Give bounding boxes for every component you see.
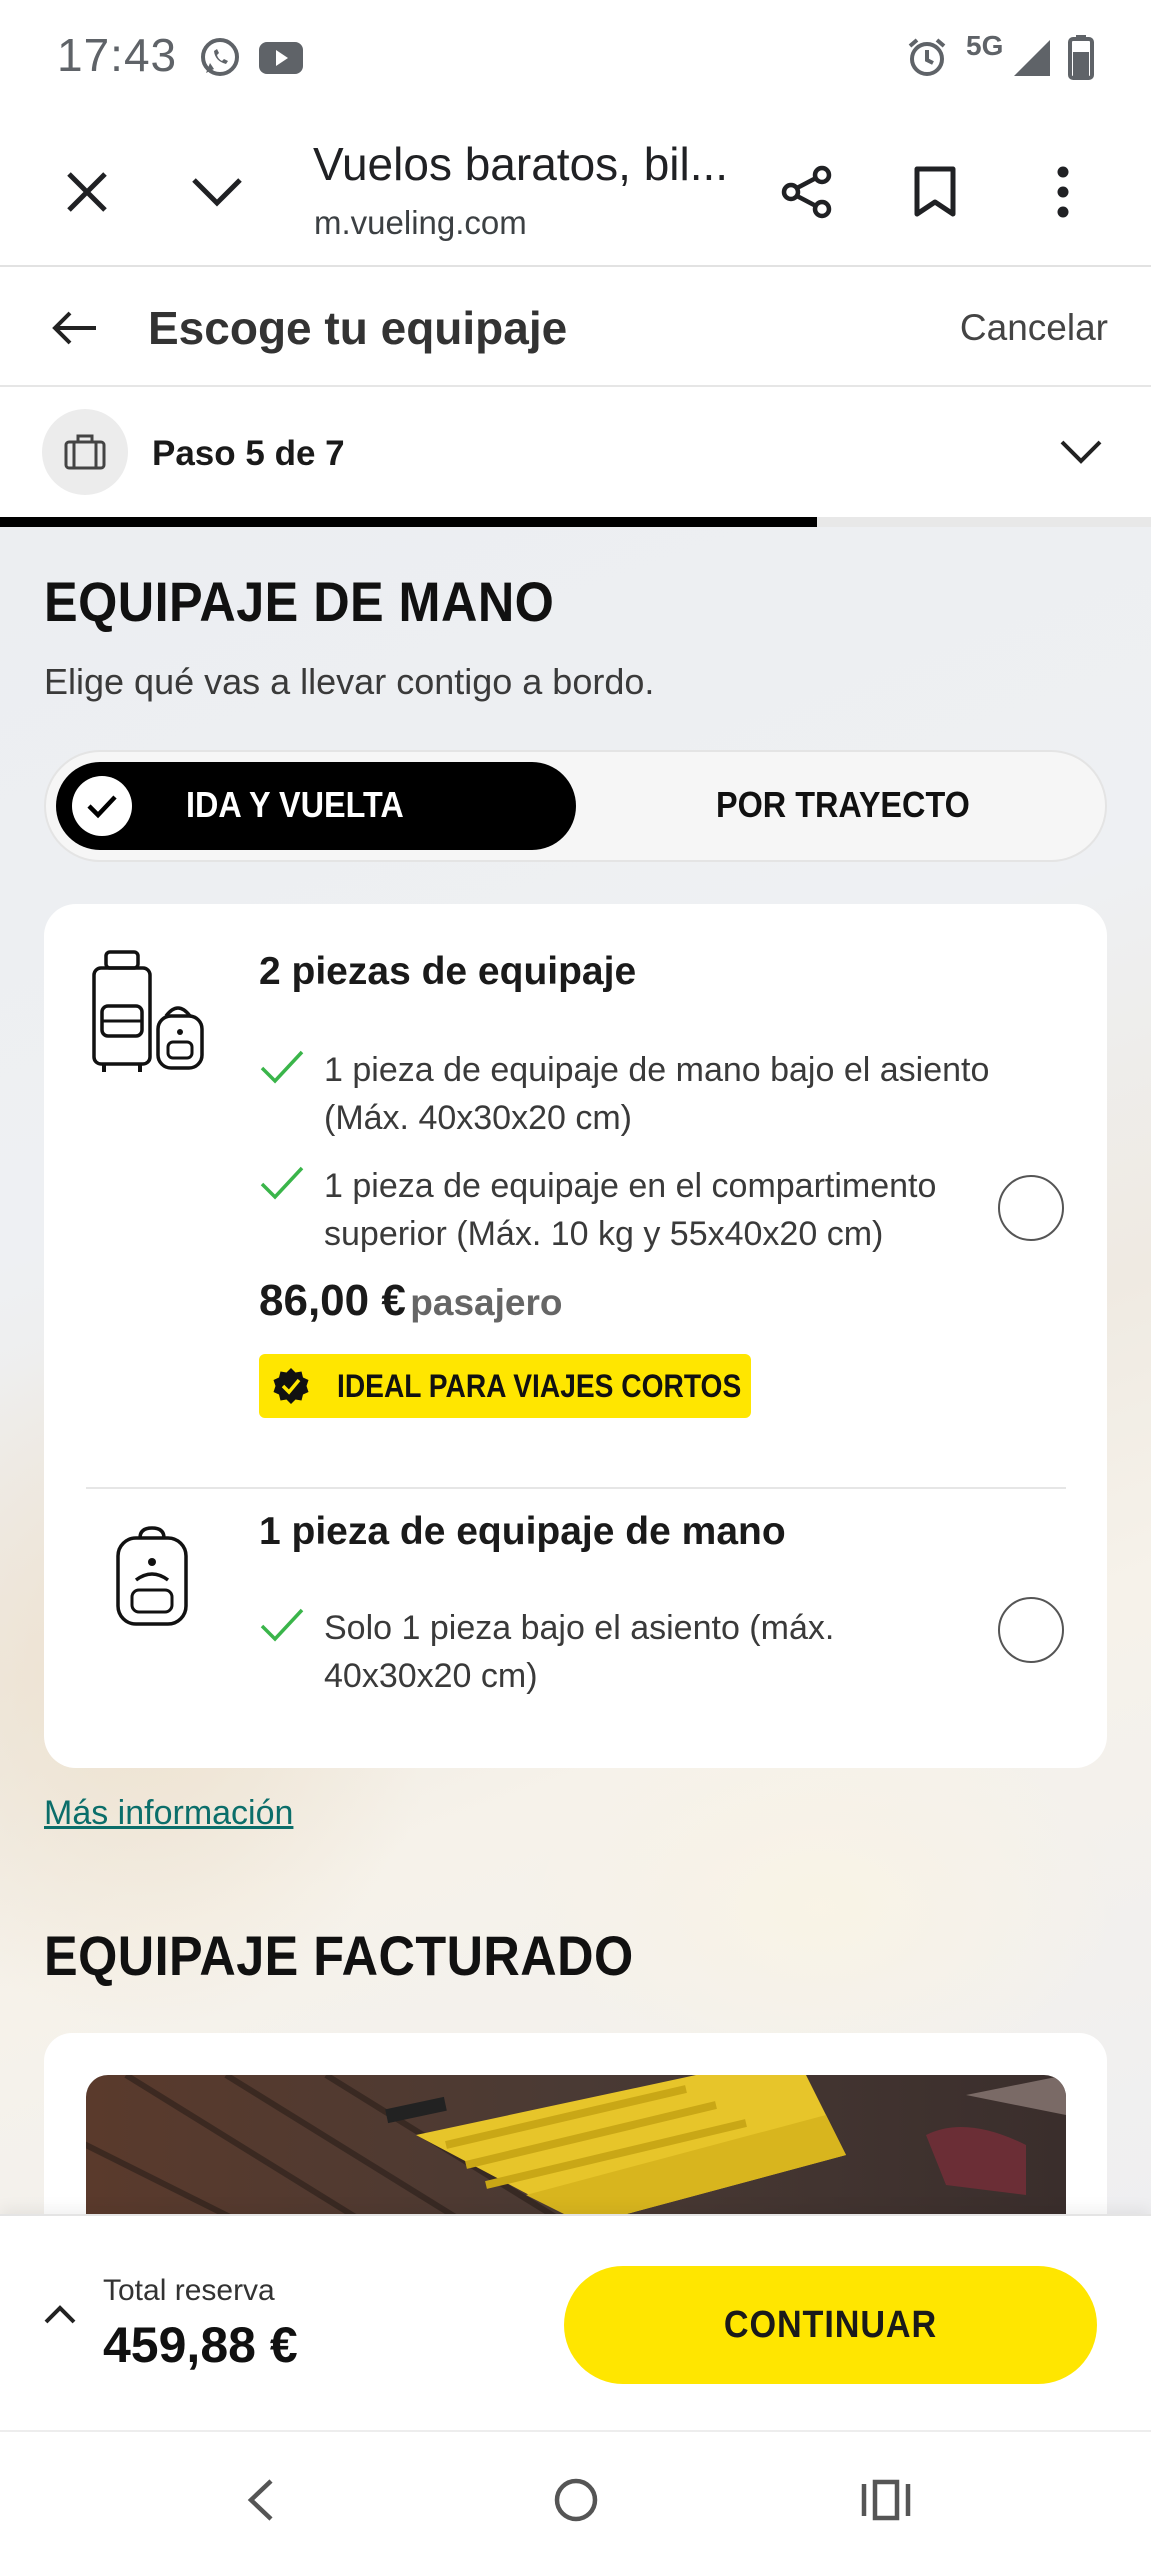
luggage-photo-art — [86, 2075, 1066, 2214]
back-button[interactable] — [42, 295, 108, 361]
chevron-down-icon — [192, 178, 242, 207]
feature-item: 1 pieza de equipaje en el compartimento … — [259, 1162, 1019, 1262]
feature-text: Solo 1 pieza bajo el asiento (máx. 40x30… — [324, 1609, 835, 1695]
backpack-icon — [116, 1526, 188, 1626]
trip-scope-toggle: IDA Y VUELTA POR TRAYECTO — [44, 750, 1107, 862]
booking-total-bar: Total reserva 459,88 € CONTINUAR — [0, 2214, 1151, 2430]
network-label: 5G — [966, 30, 1004, 61]
toggle-round-trip-label: IDA Y VUELTA — [186, 784, 404, 825]
share-button[interactable] — [770, 155, 844, 229]
youtube-icon — [259, 42, 303, 74]
bookmark-button[interactable] — [898, 155, 972, 229]
options-divider — [86, 1487, 1066, 1489]
step-expand-button[interactable] — [1051, 427, 1111, 477]
status-bar: 17:43 5G — [0, 0, 1151, 115]
option-title: 2 piezas de equipaje — [259, 950, 637, 993]
check-icon — [260, 1166, 304, 1200]
luggage-photo — [86, 2075, 1066, 2214]
feature-text: 1 pieza de equipaje en el compartimento … — [324, 1167, 937, 1253]
option-title: 1 pieza de equipaje de mano — [259, 1510, 786, 1553]
step-label: Paso 5 de 7 — [152, 434, 345, 473]
check-circle-icon — [72, 776, 132, 836]
share-icon — [781, 165, 832, 219]
nav-back-button[interactable] — [220, 2460, 300, 2540]
cancel-button[interactable]: Cancelar — [960, 307, 1108, 349]
step-progress-fill — [0, 517, 818, 527]
total-label: Total reserva — [103, 2274, 275, 2307]
option-radio[interactable] — [998, 1597, 1064, 1663]
close-icon — [67, 172, 107, 212]
alarm-icon — [908, 38, 946, 76]
system-nav-bar — [0, 2430, 1151, 2560]
check-icon — [260, 1050, 304, 1084]
option-radio[interactable] — [998, 1175, 1064, 1241]
more-vert-icon — [1057, 166, 1069, 218]
expand-tab-button[interactable] — [180, 155, 254, 229]
close-tab-button[interactable] — [50, 155, 124, 229]
carry-on-subtitle: Elige qué vas a llevar contigo a bordo. — [44, 661, 655, 702]
more-options-button[interactable] — [1026, 155, 1100, 229]
total-amount[interactable]: 459,88 € — [103, 2316, 298, 2374]
checked-baggage-card[interactable] — [44, 2033, 1107, 2214]
badge-text: IDEAL PARA VIAJES CORTOS — [337, 1368, 742, 1404]
toggle-per-leg[interactable]: POR TRAYECTO — [716, 784, 970, 826]
two-bags-icon — [92, 950, 204, 1072]
bookmark-icon — [914, 166, 956, 217]
price-line: 86,00 € pasajero — [259, 1276, 562, 1326]
nav-recents-icon — [861, 2479, 911, 2521]
step-indicator[interactable]: Paso 5 de 7 — [0, 389, 1151, 527]
verified-badge-icon — [273, 1368, 309, 1404]
checked-baggage-title: EQUIPAJE FACTURADO — [44, 1924, 634, 1987]
nav-back-icon — [247, 2479, 273, 2521]
signal-icon — [1014, 40, 1050, 76]
carry-on-options-card: 2 piezas de equipaje 1 pieza de equipaje… — [44, 904, 1107, 1768]
app-header: Escoge tu equipaje Cancelar — [0, 269, 1151, 387]
nav-recents-button[interactable] — [846, 2460, 926, 2540]
continue-label: CONTINUAR — [723, 2303, 938, 2346]
price-amount: 86,00 € — [259, 1276, 406, 1325]
header-title: Escoge tu equipaje — [148, 302, 568, 354]
battery-icon — [1068, 35, 1094, 80]
luggage-icon — [64, 434, 106, 470]
continue-button[interactable]: CONTINUAR — [564, 2266, 1097, 2384]
page-url[interactable]: m.vueling.com — [314, 204, 527, 242]
main-content: EQUIPAJE DE MANO Elige qué vas a llevar … — [0, 527, 1151, 2214]
feature-item: 1 pieza de equipaje de mano bajo el asie… — [259, 1046, 1019, 1146]
price-unit: pasajero — [410, 1282, 563, 1323]
arrow-left-icon — [52, 311, 96, 345]
browser-bar: Vuelos baratos, bil... m.vueling.com — [0, 115, 1151, 267]
page-title[interactable]: Vuelos baratos, bil... — [313, 137, 728, 191]
feature-item: Solo 1 pieza bajo el asiento (máx. 40x30… — [259, 1604, 1019, 1704]
chevron-up-icon[interactable] — [40, 2294, 80, 2334]
nav-home-button[interactable] — [536, 2460, 616, 2540]
feature-text: 1 pieza de equipaje de mano bajo el asie… — [324, 1051, 990, 1137]
more-info-link[interactable]: Más información — [44, 1794, 293, 1833]
carry-on-title: EQUIPAJE DE MANO — [44, 570, 555, 633]
step-icon-wrapper — [42, 409, 128, 495]
nav-home-icon — [554, 2478, 598, 2522]
whatsapp-icon — [201, 38, 239, 76]
toggle-round-trip[interactable]: IDA Y VUELTA — [56, 762, 576, 850]
check-icon — [260, 1608, 304, 1642]
status-time: 17:43 — [57, 29, 178, 81]
chevron-down-icon — [1060, 440, 1102, 464]
step-progress-track — [0, 517, 1151, 527]
ideal-badge: IDEAL PARA VIAJES CORTOS — [259, 1354, 751, 1418]
